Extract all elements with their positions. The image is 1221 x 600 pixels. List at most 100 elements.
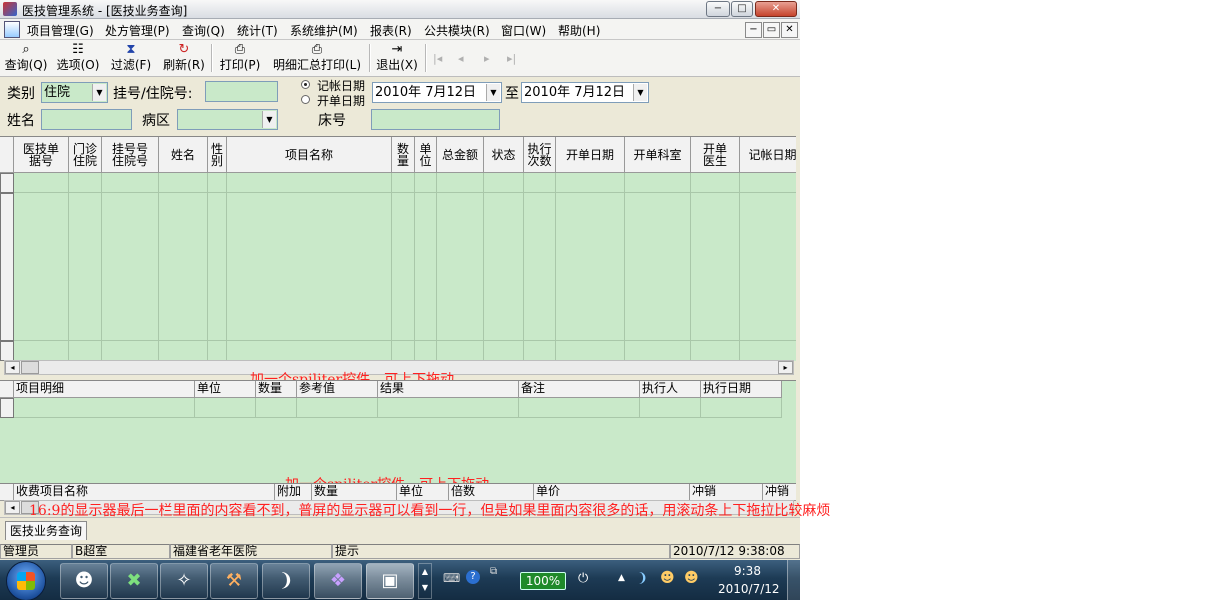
mdi-minimize-button[interactable]: − [745,22,762,38]
options-button[interactable]: ☷ 选项(O) [56,43,100,75]
main-grid[interactable]: 医技单 据号 门诊 住院 挂号号 住院号 姓名 性 别 项目名称 数 量 单 位… [0,136,796,361]
show-desktop-button[interactable] [787,560,800,600]
taskbar-scroll[interactable]: ▲ ▼ [418,563,432,599]
detail-col-unit[interactable]: 单位 [195,381,256,398]
col-header-doc-no[interactable]: 医技单 据号 [14,137,69,173]
col-header-doctor[interactable]: 开单 医生 [691,137,740,173]
regno-input[interactable] [205,81,278,102]
tray-qq-icon-2[interactable]: ☻ [684,570,699,586]
exit-button[interactable]: ⇥ 退出(X) [375,43,419,75]
tools-app-button[interactable]: ⚒ [210,563,258,599]
menu-query[interactable]: 查询(Q) [182,22,225,39]
menu-window[interactable]: 窗口(W) [501,22,546,39]
close-button[interactable]: ✕ [755,1,797,17]
col-header-unit[interactable]: 单 位 [415,137,437,173]
next-record-icon[interactable]: ▸ [484,52,490,65]
menu-system[interactable]: 系统维护(M) [290,22,358,39]
detail-col-reference[interactable]: 参考值 [297,381,378,398]
col-header-open-dept[interactable]: 开单科室 [625,137,691,173]
scroll-left-arrow-icon[interactable]: ◂ [5,361,20,374]
menu-prescription[interactable]: 处方管理(P) [105,22,170,39]
col-header-name[interactable]: 姓名 [159,137,208,173]
row-indicator[interactable] [0,173,14,193]
qq-app-button[interactable]: ☻ [60,563,108,599]
last-record-icon[interactable]: ▸| [507,52,516,65]
menu-help[interactable]: 帮助(H) [558,22,600,39]
row-indicator[interactable] [0,341,14,361]
help-icon[interactable]: ? [466,570,480,584]
detail-col-quantity[interactable]: 数量 [256,381,297,398]
compass-app-button[interactable]: ✧ [160,563,208,599]
detail-grid[interactable]: 项目明细 单位 数量 参考值 结果 备注 执行人 执行日期 [0,380,796,483]
mdi-close-button[interactable]: ✕ [781,22,798,38]
charge-col-item[interactable]: 收费项目名称 [14,484,275,501]
row-indicator[interactable] [0,193,14,341]
date-from-picker[interactable]: 2010年 7月12日 ▼ [372,82,502,103]
print-button[interactable]: ⎙ 打印(P) [218,43,262,75]
col-header-amount[interactable]: 总金额 [437,137,484,173]
detail-col-remark[interactable]: 备注 [519,381,640,398]
mdi-restore-button[interactable]: ▭ [763,22,780,38]
category-select[interactable]: 住院 ▼ [41,82,108,103]
col-header-reg-no[interactable]: 挂号号 住院号 [102,137,159,173]
col-header-open-date[interactable]: 开单日期 [556,137,625,173]
col-header-quantity[interactable]: 数 量 [392,137,415,173]
menu-statistics[interactable]: 统计(T) [237,22,278,39]
ward-select[interactable]: ▼ [177,109,278,130]
scroll-right-arrow-icon[interactable]: ▸ [778,361,793,374]
scroll-thumb[interactable] [21,361,39,374]
row-indicator[interactable] [0,398,14,418]
bed-input[interactable] [371,109,500,130]
charge-col-price[interactable]: 单价 [534,484,690,501]
detail-col-executor[interactable]: 执行人 [640,381,701,398]
prev-record-icon[interactable]: ◂ [458,52,464,65]
battery-indicator[interactable]: 100% [520,572,566,590]
col-header-outpatient[interactable]: 门诊 住院 [69,137,102,173]
menu-report[interactable]: 报表(R) [370,22,412,39]
first-record-icon[interactable]: |◂ [433,52,442,65]
keyboard-icon[interactable]: ⌨ [443,571,460,585]
name-input[interactable] [41,109,132,130]
col-header-post-date[interactable]: 记帐日期 [740,137,796,173]
charge-grid[interactable]: 收费项目名称 附加 数量 单位 倍数 单价 冲销 冲销 [0,483,796,501]
detail-col-item[interactable]: 项目明细 [14,381,195,398]
restore-icon[interactable]: ⧉ [490,566,497,577]
menu-common[interactable]: 公共模块(R) [424,22,490,39]
scroll-left-arrow-icon[interactable]: ◂ [5,501,20,514]
filter-button[interactable]: ⧗ 过滤(F) [109,43,153,75]
medical-app-button[interactable]: ▣ [366,563,414,599]
clock-time[interactable]: 9:38 [734,564,761,578]
excel-app-button[interactable]: ✖ [110,563,158,599]
browser-app-button[interactable]: ❩ [262,563,310,599]
charge-col-writeoff-2[interactable]: 冲销 [763,484,796,501]
charge-col-multiple[interactable]: 倍数 [449,484,534,501]
tab-biz-query[interactable]: 医技业务查询 [5,521,88,540]
date-to-picker[interactable]: 2010年 7月12日 ▼ [521,82,649,103]
minimize-button[interactable]: − [706,1,730,17]
maximize-button[interactable]: □ [731,1,753,17]
refresh-button[interactable]: ↻ 刷新(R) [162,43,206,75]
crystal-app-button[interactable]: ❖ [314,563,362,599]
show-hidden-icons[interactable]: ▲ [618,573,625,583]
detail-col-exec-date[interactable]: 执行日期 [701,381,782,398]
charge-col-quantity[interactable]: 数量 [312,484,397,501]
clock-date[interactable]: 2010/7/12 [718,582,780,596]
charge-col-unit[interactable]: 单位 [397,484,449,501]
col-header-exec-count[interactable]: 执行 次数 [524,137,556,173]
tray-qq-icon[interactable]: ☻ [660,570,675,586]
hourglass-icon: ⧗ [126,42,136,57]
start-button[interactable] [6,561,46,600]
charge-col-writeoff[interactable]: 冲销 [690,484,763,501]
col-header-sex[interactable]: 性 别 [208,137,227,173]
power-plug-icon: ⏻ [578,571,589,586]
col-header-item-name[interactable]: 项目名称 [227,137,392,173]
detail-col-result[interactable]: 结果 [378,381,519,398]
post-date-radio[interactable] [301,80,310,89]
charge-col-extra[interactable]: 附加 [275,484,312,501]
open-date-radio[interactable] [301,95,310,104]
col-header-status[interactable]: 状态 [484,137,524,173]
tray-browser-icon[interactable]: ❩ [637,571,648,586]
menu-project[interactable]: 项目管理(G) [27,22,94,39]
detail-print-button[interactable]: ⎙ 明细汇总打印(L) [270,43,364,75]
query-button[interactable]: ⌕ 查询(Q) [4,43,48,75]
